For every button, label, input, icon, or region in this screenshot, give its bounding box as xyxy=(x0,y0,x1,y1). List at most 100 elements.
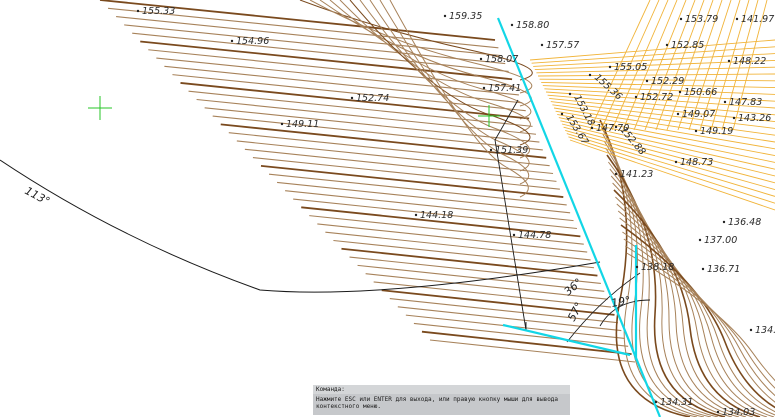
elevation-label: 148.73 xyxy=(680,157,713,168)
elevation-label: 144.18 xyxy=(420,210,453,221)
contour-line xyxy=(333,239,595,269)
elevation-label: 134.8 xyxy=(755,325,775,336)
contour-line xyxy=(620,224,775,409)
survey-point xyxy=(608,65,612,69)
survey-point xyxy=(560,112,564,116)
contour-line-yellow xyxy=(568,136,775,204)
survey-point xyxy=(698,238,702,242)
survey-point xyxy=(136,9,140,13)
angle-labels: 113°36°19°57° xyxy=(23,184,632,323)
command-message-line-2: контекстного меню. xyxy=(316,403,382,410)
contour-line xyxy=(116,16,502,57)
elevation-label: 150.66 xyxy=(684,87,717,98)
command-prompt-label: Команда: xyxy=(313,385,570,394)
elevation-label: 155.05 xyxy=(614,62,647,73)
elevation-label: 159.35 xyxy=(449,11,482,22)
survey-point xyxy=(634,95,638,99)
elevation-label: 158.80 xyxy=(516,20,549,31)
survey-point xyxy=(694,129,698,133)
angle-label: 113° xyxy=(23,184,53,208)
survey-point xyxy=(749,328,753,332)
contour-line xyxy=(341,247,598,277)
survey-point xyxy=(590,126,594,130)
contour-line xyxy=(602,133,705,417)
elevation-label: 141.97 xyxy=(741,14,774,25)
elevation-label: 134.03 xyxy=(722,407,755,417)
survey-point xyxy=(588,73,592,77)
command-line-window[interactable]: Команда: Нажмите ESC или ENTER для выход… xyxy=(313,385,570,415)
contour-line xyxy=(196,98,537,135)
elevation-label: 147.83 xyxy=(729,97,762,108)
contour-line xyxy=(339,0,531,133)
elevation-label: 149.07 xyxy=(682,109,715,120)
survey-point xyxy=(701,267,705,271)
survey-point xyxy=(678,90,682,94)
survey-point xyxy=(665,43,669,47)
elevation-label: 136.71 xyxy=(707,264,740,275)
contour-line xyxy=(124,24,506,65)
elevation-label: 152.72 xyxy=(640,92,673,103)
survey-point xyxy=(716,410,720,414)
survey-point xyxy=(676,112,680,116)
contour-line xyxy=(349,256,601,285)
survey-point xyxy=(540,43,544,47)
elevation-label: 148.22 xyxy=(733,56,766,67)
contour-line xyxy=(309,0,533,94)
elevation-label: 155.33 xyxy=(142,6,175,17)
elevation-label: 144.78 xyxy=(518,230,551,241)
contour-line xyxy=(212,115,543,151)
contour-line xyxy=(277,181,571,214)
elevation-label: 149.11 xyxy=(286,119,319,130)
survey-point xyxy=(674,160,678,164)
survey-point xyxy=(443,14,447,18)
survey-point xyxy=(510,23,514,27)
elevation-label: 151.39 xyxy=(495,145,528,156)
survey-point xyxy=(732,116,736,120)
survey-point xyxy=(679,17,683,21)
elevation-label: 152.29 xyxy=(651,76,684,87)
elevation-label: 157.57 xyxy=(546,40,579,51)
contour-line xyxy=(389,297,618,324)
drawing-canvas[interactable]: 155.33 154.96 152.74 149.11 144.18 144.78 151.… xyxy=(0,0,775,417)
survey-point xyxy=(635,265,639,269)
survey-point xyxy=(645,79,649,83)
survey-point xyxy=(727,59,731,63)
survey-point xyxy=(280,122,284,126)
survey-point xyxy=(735,17,739,21)
elevation-label: 152.74 xyxy=(356,93,389,104)
elevation-label: 157.41 xyxy=(488,83,521,94)
survey-point xyxy=(489,148,493,152)
survey-point xyxy=(414,213,418,217)
elevation-label: 143.26 xyxy=(738,113,771,124)
survey-point xyxy=(654,400,658,404)
contour-line xyxy=(156,57,519,96)
survey-point xyxy=(479,57,483,61)
elevation-label: 149.19 xyxy=(700,126,733,137)
elevation-label: 153.79 xyxy=(685,14,718,25)
contour-line-yellow xyxy=(565,129,775,191)
survey-point xyxy=(350,96,354,100)
angle-arc-113 xyxy=(0,159,601,293)
contour-line xyxy=(132,32,509,72)
survey-point xyxy=(568,92,572,96)
survey-point xyxy=(723,100,727,104)
elevation-label: 136.48 xyxy=(728,217,761,228)
elevation-label: 141.23 xyxy=(620,169,653,180)
survey-point xyxy=(512,233,516,237)
survey-point xyxy=(230,39,234,43)
elevation-label: 137.00 xyxy=(704,235,737,246)
elevation-label: 152.85 xyxy=(671,40,704,51)
survey-point xyxy=(614,172,618,176)
elevation-label: 134.31 xyxy=(660,397,693,408)
command-message-line-1: Нажмите ESC или ENTER для выхода, или пр… xyxy=(316,396,559,403)
angle-label: 19° xyxy=(610,294,631,310)
elevation-label: 154.96 xyxy=(236,36,269,47)
contour-line xyxy=(172,74,526,112)
contour-line xyxy=(268,173,567,206)
elevation-label: 158.07 xyxy=(485,54,518,65)
elevation-label: 138.18 xyxy=(641,262,674,273)
elevation-label: 152.88 xyxy=(618,125,648,158)
contour-lines-brown xyxy=(99,0,636,363)
survey-point xyxy=(482,86,486,90)
elevation-labels: 155.33 154.96 152.74 149.11 144.18 144.78 151.… xyxy=(142,6,775,417)
